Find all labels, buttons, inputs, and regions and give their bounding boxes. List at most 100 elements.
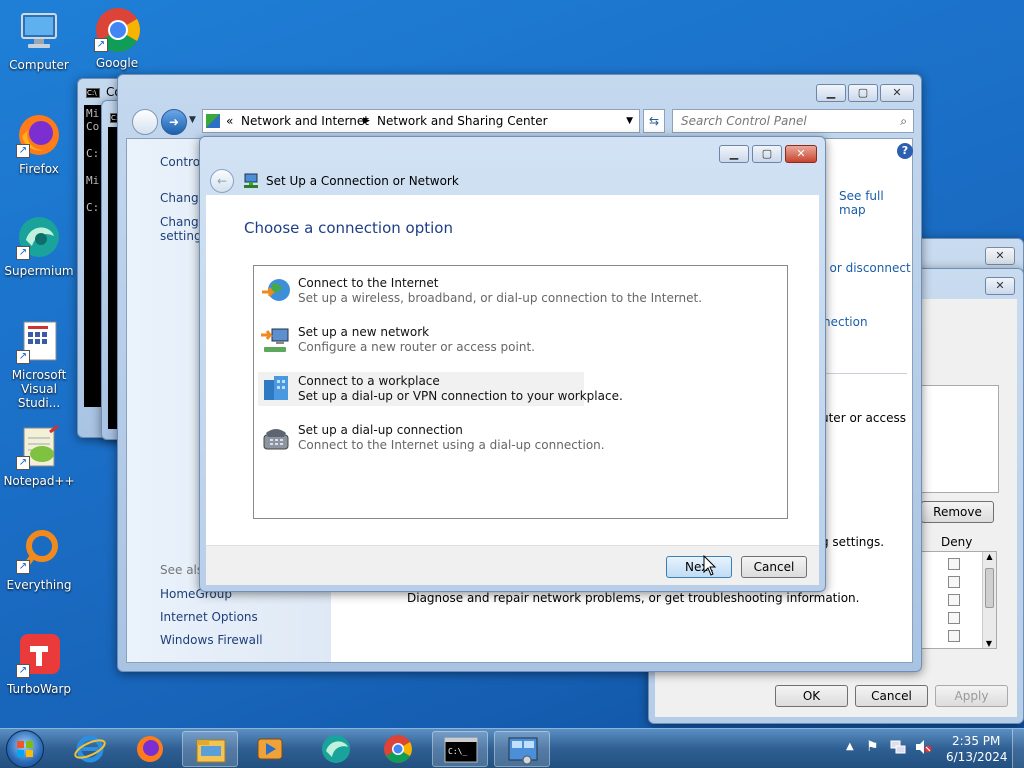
- desktop-icon-label: Everything: [6, 578, 72, 592]
- taskbar-supermium[interactable]: [308, 731, 364, 767]
- breadcrumb-overflow[interactable]: «: [226, 110, 233, 132]
- option-description: Set up a wireless, broadband, or dial-up…: [298, 291, 703, 305]
- globe-icon: [260, 276, 292, 306]
- tray-overflow-icon[interactable]: ▲: [846, 741, 854, 752]
- taskbar-media-player[interactable]: [242, 731, 298, 767]
- close-button[interactable]: ✕: [785, 145, 817, 163]
- desktop-icon-supermium[interactable]: ↗ Supermium: [0, 214, 78, 278]
- taskbar-cmd[interactable]: C:\_: [432, 731, 488, 767]
- desktop-icon-notepadpp[interactable]: ↗ Notepad++: [0, 424, 78, 488]
- ok-button[interactable]: OK: [775, 685, 848, 707]
- desktop-icon-label: Notepad++: [3, 474, 75, 488]
- deny-checkbox[interactable]: [948, 612, 960, 624]
- media-player-icon: [257, 738, 283, 760]
- permissions-list[interactable]: ▲ ▼: [921, 551, 997, 649]
- forward-button[interactable]: ➜: [161, 109, 187, 135]
- cancel-button[interactable]: Cancel: [855, 685, 928, 707]
- close-button[interactable]: ✕: [880, 84, 914, 102]
- windows-firewall-link[interactable]: Windows Firewall: [160, 633, 263, 647]
- help-icon[interactable]: ?: [897, 143, 913, 159]
- breadcrumb-sharing-center[interactable]: Network and Sharing Center: [377, 110, 548, 132]
- next-button[interactable]: Next: [666, 556, 732, 578]
- maximize-button[interactable]: ▢: [752, 145, 782, 163]
- troubleshoot-description: Diagnose and repair network problems, or…: [407, 591, 860, 605]
- connect-disconnect-link[interactable]: t or disconnect: [821, 261, 911, 275]
- dialog-heading: Choose a connection option: [244, 219, 453, 237]
- deny-checkbox[interactable]: [948, 630, 960, 642]
- notepadpp-icon: ↗: [16, 424, 62, 470]
- volume-muted-icon[interactable]: [914, 739, 932, 755]
- start-button[interactable]: [6, 730, 44, 768]
- back-button[interactable]: [132, 109, 158, 135]
- computer-icon: [16, 8, 62, 54]
- shortcut-arrow-icon: ↗: [16, 560, 30, 574]
- desktop-icon-firefox[interactable]: ↗ Firefox: [0, 112, 78, 176]
- network-icon[interactable]: [890, 739, 906, 755]
- recent-pages-dropdown[interactable]: ▼: [189, 115, 196, 125]
- connection-options-list[interactable]: Connect to the Internet Set up a wireles…: [253, 265, 788, 519]
- telephone-icon: [260, 423, 292, 453]
- option-connect-internet[interactable]: Connect to the Internet Set up a wireles…: [258, 274, 702, 308]
- search-box[interactable]: Search Control Panel ⌕: [672, 109, 914, 133]
- see-full-map-link[interactable]: See full map: [839, 189, 912, 217]
- dialog-back-button[interactable]: ←: [210, 169, 234, 193]
- scroll-down-icon[interactable]: ▼: [983, 639, 995, 648]
- scroll-up-icon[interactable]: ▲: [983, 552, 996, 564]
- desktop-icon-computer[interactable]: Computer: [0, 8, 78, 72]
- taskbar-control-panel[interactable]: [494, 731, 550, 767]
- setup-connection-dialog[interactable]: ▁ ▢ ✕ ← Set Up a Connection or Network C…: [199, 136, 826, 592]
- apply-button[interactable]: Apply: [935, 685, 1008, 707]
- taskbar-ie[interactable]: [62, 731, 118, 767]
- option-dialup[interactable]: Set up a dial-up connection Connect to t…: [258, 421, 605, 455]
- desktop-icon-label: Supermium: [4, 264, 74, 278]
- deny-column-header: Deny: [941, 535, 973, 549]
- clock-time[interactable]: 2:35 PM: [952, 734, 1000, 748]
- option-description: Connect to the Internet using a dial-up …: [298, 438, 605, 452]
- maximize-button[interactable]: ▢: [848, 84, 878, 102]
- action-center-flag-icon[interactable]: ⚑: [866, 739, 879, 755]
- dialog-title: Set Up a Connection or Network: [266, 174, 459, 188]
- refresh-button[interactable]: ⇆: [643, 109, 665, 133]
- router-access-text: uter or access: [821, 411, 906, 425]
- shortcut-arrow-icon: ↗: [16, 350, 30, 364]
- search-input[interactable]: Search Control Panel: [681, 114, 807, 128]
- clock-date[interactable]: 6/13/2024: [946, 750, 1008, 764]
- control-panel-home-link[interactable]: Control: [160, 155, 203, 169]
- breadcrumb-network-internet[interactable]: Network and Internet: [241, 110, 369, 132]
- desktop-icon-everything[interactable]: ↗ Everything: [0, 528, 78, 592]
- search-icon[interactable]: ⌕: [900, 110, 907, 132]
- shortcut-arrow-icon: ↗: [16, 456, 30, 470]
- desktop-icon-turbowarp[interactable]: ↗ TurboWarp: [0, 632, 78, 696]
- minimize-button[interactable]: ▁: [719, 145, 749, 163]
- desktop-icon-google[interactable]: ↗ Google: [78, 6, 156, 70]
- taskbar-chrome[interactable]: [370, 731, 426, 767]
- option-description: Set up a dial-up or VPN connection to yo…: [298, 389, 623, 403]
- option-new-network[interactable]: Set up a new network Configure a new rou…: [258, 323, 584, 357]
- close-button[interactable]: ✕: [985, 247, 1015, 265]
- breadcrumb-separator-icon: ▶: [363, 116, 370, 126]
- address-bar[interactable]: « Network and Internet ▶ Network and Sha…: [202, 109, 640, 133]
- remove-button[interactable]: Remove: [921, 501, 994, 523]
- command-prompt-icon: C:\_: [444, 737, 478, 763]
- internet-options-link[interactable]: Internet Options: [160, 610, 258, 624]
- cancel-button[interactable]: Cancel: [741, 556, 807, 578]
- option-connect-workplace[interactable]: Connect to a workplace Set up a dial-up …: [258, 372, 623, 406]
- deny-checkbox[interactable]: [948, 594, 960, 606]
- desktop-icon-visual-studio[interactable]: ↗ Microsoft Visual Studi...: [0, 318, 78, 410]
- turbowarp-icon: ↗: [16, 632, 62, 678]
- taskbar-firefox[interactable]: [122, 731, 178, 767]
- address-dropdown-icon[interactable]: ▼: [626, 110, 633, 132]
- firefox-icon: ↗: [16, 112, 62, 158]
- scrollbar[interactable]: ▲ ▼: [982, 552, 996, 648]
- taskbar-explorer[interactable]: [182, 731, 238, 767]
- deny-checkbox[interactable]: [948, 558, 960, 570]
- option-description: Configure a new router or access point.: [298, 340, 535, 354]
- minimize-button[interactable]: ▁: [816, 84, 846, 102]
- show-desktop-button[interactable]: [1012, 729, 1024, 768]
- deny-checkbox[interactable]: [948, 576, 960, 588]
- close-button[interactable]: ✕: [985, 277, 1015, 295]
- scroll-thumb[interactable]: [985, 568, 994, 608]
- workplace-icon: [260, 374, 292, 404]
- supermium-icon: [322, 735, 350, 763]
- new-connection-link[interactable]: nection: [823, 315, 868, 329]
